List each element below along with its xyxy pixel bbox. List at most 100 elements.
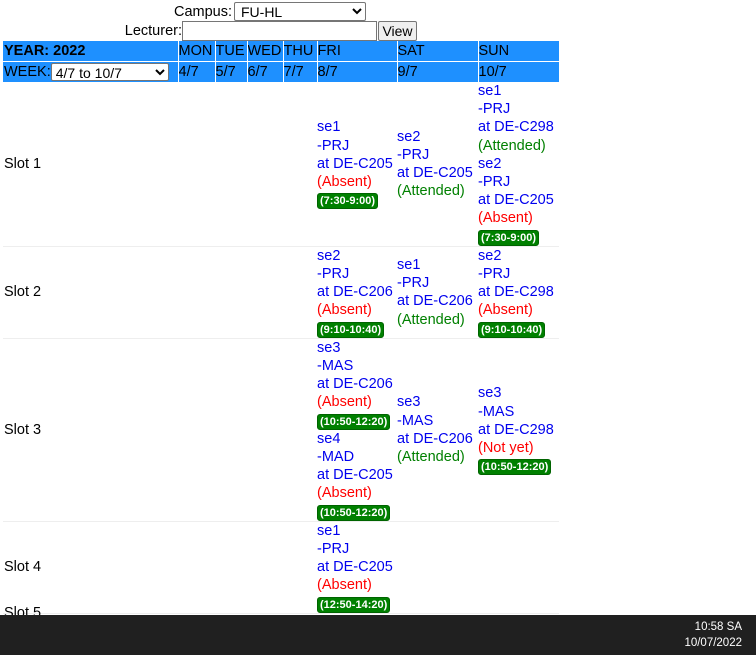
room-label: at DE-C205 — [317, 467, 393, 484]
room-label: at DE-C205 — [478, 192, 554, 209]
slot-cell-tue — [215, 338, 247, 522]
slot-cell-sun: se3 -MAS at DE-C298 (Not yet) (10:50-12:20) — [478, 338, 559, 522]
room-label: at DE-C206 — [397, 293, 473, 310]
slot-cell-tue — [215, 82, 247, 247]
slot-cell-fri: se3 -MAS at DE-C206 (Absent) (10:50-12:20) se… — [317, 338, 397, 522]
campus-row: Campus: FU-HL — [0, 2, 756, 22]
course-code: -MAS — [397, 412, 434, 429]
day-header-thu: THU — [282, 41, 317, 62]
slot-cell-sun — [478, 521, 559, 614]
class-entry[interactable]: se3 -MAS at DE-C298 (Not yet) (10:50-12:20) — [478, 384, 559, 476]
slot-cell-wed — [247, 521, 283, 614]
time-badge: (7:30-9:00) — [478, 229, 540, 246]
attendance-status: (Absent) — [317, 174, 372, 191]
attendance-status: (Attended) — [478, 137, 546, 154]
header-row-days: YEAR: 2022 MON TUE WED THU FRI SAT SUN — [3, 41, 559, 62]
slot-cell-sat: se3 -MAS at DE-C206 (Attended) — [397, 338, 478, 522]
class-entry[interactable]: se2 -PRJ at DE-C206 (Absent) (9:10-10:40) — [317, 247, 397, 338]
week-label: WEEK: — [4, 64, 51, 80]
room-label: at DE-C298 — [478, 119, 554, 136]
time-badge: (9:10-10:40) — [317, 321, 385, 338]
class-entry[interactable]: se1 -PRJ at DE-C205 (Absent) (12:50-14:20) — [317, 522, 397, 613]
header-row-dates: WEEK: 4/7 to 10/7 4/7 5/7 6/7 7/7 8/7 9/… — [3, 61, 559, 82]
slot-cell-sun: se1 -PRJ at DE-C298 (Attended) se2 -PRJ at DE-… — [478, 82, 559, 247]
lecturer-row: Lecturer: View — [0, 21, 756, 41]
group-link[interactable]: se2 — [478, 155, 559, 173]
time-badge: (10:50-12:20) — [317, 413, 391, 430]
slot-cell-thu — [283, 82, 317, 247]
group-link[interactable]: se2 — [317, 247, 397, 265]
class-entry[interactable]: se3 -MAS at DE-C206 (Absent) (10:50-12:20) — [317, 339, 397, 430]
slot-label: Slot 2 — [3, 246, 178, 339]
group-link[interactable]: se3 — [397, 393, 478, 411]
group-link[interactable]: se1 — [397, 256, 478, 274]
course-code: -PRJ — [317, 266, 350, 283]
class-entry[interactable]: se2 -PRJ at DE-C298 (Absent) (9:10-10:40) — [478, 247, 559, 338]
slot-row: Slot 1 se1 -PRJ at DE-C205 (Absent) (7:30-9:0… — [3, 82, 559, 247]
week-select[interactable]: 4/7 to 10/7 — [50, 63, 169, 82]
date-header-fri: 8/7 — [316, 61, 397, 82]
class-entry[interactable]: se2 -PRJ at DE-C205 (Attended) — [397, 128, 478, 201]
attendance-status: (Absent) — [317, 302, 372, 319]
taskbar: 10:58 SA 10/07/2022 — [0, 615, 756, 655]
view-button[interactable]: View — [378, 21, 417, 41]
slot-cell-wed — [247, 338, 283, 522]
time-badge-wrap: (10:50-12:20) — [317, 503, 397, 521]
slot-cell-fri: se2 -PRJ at DE-C206 (Absent) (9:10-10:40) — [317, 246, 397, 339]
class-entry[interactable]: se4 -MAD at DE-C205 (Absent) (10:50-12:20) — [317, 430, 397, 521]
slot-cell-tue — [215, 521, 247, 614]
group-link[interactable]: se1 — [478, 82, 559, 100]
slot-cell-sat: se2 -PRJ at DE-C205 (Attended) — [397, 82, 478, 247]
group-link[interactable]: se3 — [478, 384, 559, 402]
date-header-thu: 7/7 — [282, 61, 317, 82]
time-badge-wrap: (9:10-10:40) — [317, 320, 397, 338]
room-label: at DE-C206 — [317, 376, 393, 393]
slot-cell-thu — [283, 246, 317, 339]
lecturer-input[interactable] — [182, 21, 377, 41]
course-code: -PRJ — [397, 275, 430, 292]
slot-row: Slot 2 se2 -PRJ at DE-C206 (Absent) (9:10-10:… — [3, 246, 559, 339]
course-code: -MAD — [317, 449, 355, 466]
attendance-status: (Absent) — [317, 577, 372, 594]
slot-cell-mon — [178, 338, 215, 522]
room-label: at DE-C298 — [478, 421, 554, 438]
campus-select[interactable]: FU-HL — [234, 2, 366, 21]
course-code: -PRJ — [397, 146, 430, 163]
class-entry[interactable]: se1 -PRJ at DE-C298 (Attended) — [478, 82, 559, 155]
group-link[interactable]: se4 — [317, 430, 397, 448]
room-label: at DE-C205 — [317, 155, 393, 172]
group-link[interactable]: se1 — [317, 522, 397, 540]
day-header-sat: SAT — [396, 41, 478, 62]
class-entry[interactable]: se1 -PRJ at DE-C205 (Absent) (7:30-9:00) — [317, 118, 397, 210]
class-entry[interactable]: se2 -PRJ at DE-C205 (Absent) (7:30-9:00) — [478, 155, 559, 246]
course-code: -MAS — [478, 403, 515, 420]
attendance-status: (Not yet) — [478, 439, 534, 456]
time-badge-wrap: (12:50-14:20) — [317, 595, 397, 613]
campus-label: Campus: — [173, 4, 232, 20]
slot-cell-mon — [178, 82, 215, 247]
attendance-status: (Attended) — [397, 183, 465, 200]
slot-cell-sat: se1 -PRJ at DE-C206 (Attended) — [397, 246, 478, 339]
slot-cell-thu — [283, 521, 317, 614]
slot-label: Slot 4 — [3, 521, 178, 614]
class-entry[interactable]: se3 -MAS at DE-C206 (Attended) — [397, 393, 478, 466]
room-label: at DE-C298 — [478, 284, 554, 301]
group-link[interactable]: se2 — [478, 247, 559, 265]
taskbar-clock[interactable]: 10:58 SA 10/07/2022 — [684, 619, 742, 651]
lecturer-label: Lecturer: — [124, 23, 182, 39]
class-entry[interactable]: se1 -PRJ at DE-C206 (Attended) — [397, 256, 478, 329]
group-link[interactable]: se3 — [317, 339, 397, 357]
attendance-status: (Absent) — [317, 394, 372, 411]
slot-label: Slot 3 — [3, 338, 178, 522]
group-link[interactable]: se2 — [397, 128, 478, 146]
room-label: at DE-C205 — [397, 164, 473, 181]
day-header-fri: FRI — [316, 41, 397, 62]
time-badge: (10:50-12:20) — [478, 459, 552, 476]
group-link[interactable]: se1 — [317, 118, 397, 136]
day-header-sun: SUN — [477, 41, 559, 62]
date-header-sun: 10/7 — [477, 61, 559, 82]
course-code: -PRJ — [317, 541, 350, 558]
slot-cell-wed — [247, 82, 283, 247]
date-header-sat: 9/7 — [396, 61, 478, 82]
slot-cell-mon — [178, 521, 215, 614]
